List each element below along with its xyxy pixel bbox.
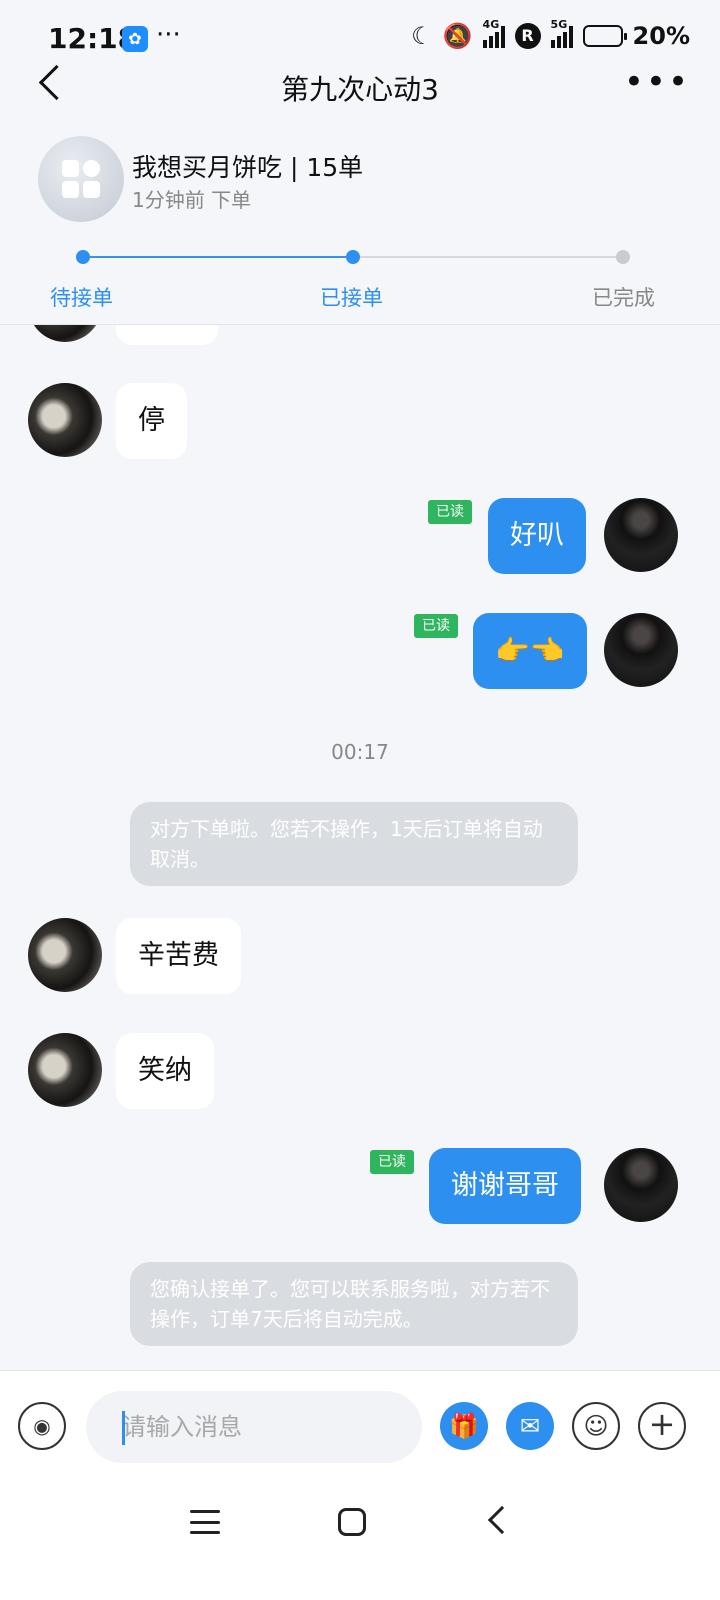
plus-icon[interactable]: + — [638, 1402, 686, 1450]
gift-icon[interactable]: 🎁 — [440, 1402, 488, 1450]
system-message: 您确认接单了。您可以联系服务啦，对方若不操作，订单7天后将自动完成。 — [130, 1262, 578, 1346]
avatar-other[interactable] — [28, 918, 102, 992]
signal-5g-icon: 5G — [550, 18, 573, 48]
message-bubble-left[interactable]: 笑纳 — [116, 1033, 214, 1109]
message-bubble-left[interactable]: 停 — [116, 383, 187, 459]
status-more-icon: ··· — [156, 20, 181, 50]
battery-icon — [582, 25, 627, 47]
more-options-button[interactable]: ••• — [624, 65, 690, 99]
progress-dot-completed — [616, 250, 630, 264]
message-bubble-left[interactable]: 辛苦费 — [116, 918, 241, 994]
chat-timestamp: 00:17 — [331, 740, 389, 764]
order-subtitle: 1分钟前 下单 — [132, 188, 252, 212]
avatar-self[interactable] — [604, 613, 678, 687]
progress-line-active — [82, 256, 354, 258]
message-input[interactable] — [86, 1391, 422, 1463]
home-button[interactable] — [338, 1508, 366, 1536]
roaming-icon: R — [514, 23, 541, 49]
chat-area[interactable]: 停 已读 好叭 已读 👉👈 00:17 对方下单啦。您若不操作，1天后订单将自动… — [0, 325, 720, 1370]
message-bubble-right-emoji[interactable]: 👉👈 — [473, 613, 587, 689]
message-bubble-right[interactable]: 好叭 — [488, 498, 586, 574]
smile-icon[interactable]: ☺ — [572, 1402, 620, 1450]
avatar-other[interactable] — [28, 383, 102, 457]
system-back-button[interactable] — [487, 1505, 517, 1535]
chat-title: 第九次心动3 — [281, 73, 439, 106]
progress-dot-pending — [76, 250, 90, 264]
battery-percent: 20% — [632, 22, 690, 50]
moon-icon: ☾ — [411, 22, 433, 50]
order-title: 我想买月饼吃 | 15单 — [132, 153, 364, 182]
red-packet-icon[interactable]: ✉ — [506, 1402, 554, 1450]
text-caret — [122, 1411, 125, 1445]
progress-dot-accepted — [346, 250, 360, 264]
step-completed-label: 已完成 — [592, 286, 655, 310]
status-icons: ☾ 🔕 4G R 5G 20% — [411, 18, 690, 50]
avatar-self[interactable] — [604, 1148, 678, 1222]
message-bubble-partial — [116, 325, 218, 345]
voice-icon[interactable]: ◉ — [18, 1402, 66, 1450]
signal-4g-icon: 4G — [482, 18, 505, 48]
mute-bell-icon: 🔕 — [442, 22, 473, 50]
progress-line — [354, 256, 624, 258]
system-nav-bar — [0, 1482, 720, 1600]
avatar-self[interactable] — [604, 498, 678, 572]
step-pending-label: 待接单 — [50, 286, 113, 310]
read-tag: 已读 — [414, 614, 458, 638]
order-thumbnail — [38, 136, 124, 222]
apps-grid-icon — [62, 160, 100, 198]
read-tag: 已读 — [428, 500, 472, 524]
avatar-other[interactable] — [28, 1033, 102, 1107]
message-bubble-right[interactable]: 谢谢哥哥 — [429, 1148, 581, 1224]
read-tag: 已读 — [370, 1150, 414, 1174]
system-message: 对方下单啦。您若不操作，1天后订单将自动取消。 — [130, 802, 578, 886]
baidu-paw-icon: ✿ — [122, 26, 148, 52]
step-accepted-label: 已接单 — [320, 286, 383, 310]
order-progress: 待接单 已接单 已完成 — [0, 248, 720, 328]
order-card[interactable]: 我想买月饼吃 | 15单 1分钟前 下单 — [38, 136, 678, 226]
recent-apps-button[interactable] — [190, 1510, 220, 1534]
input-bar: ◉ 🎁 ✉ ☺ + — [0, 1370, 720, 1482]
avatar-other[interactable] — [28, 325, 102, 342]
